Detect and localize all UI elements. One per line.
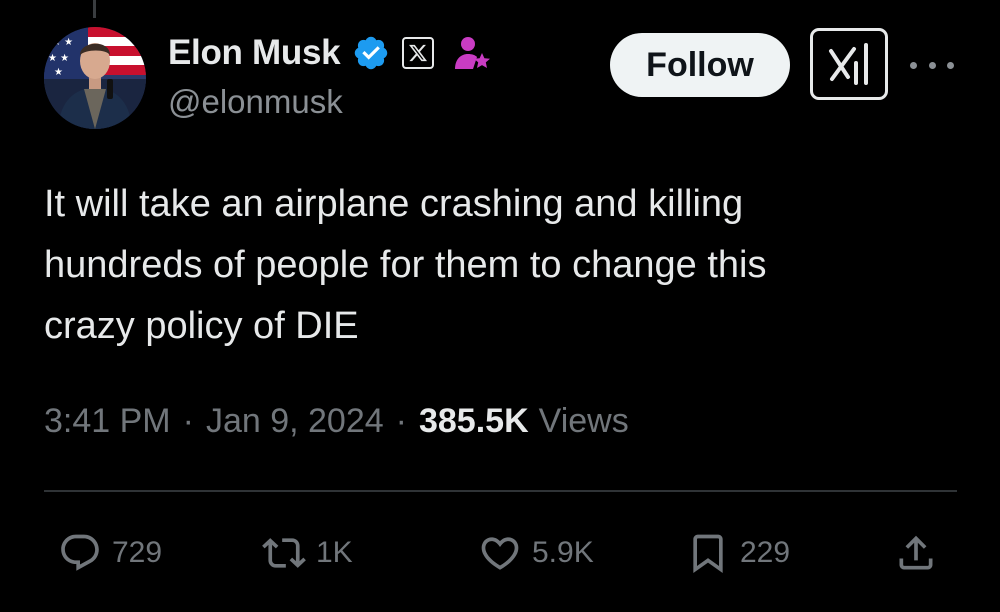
svg-text:★ ★: ★ ★: [48, 53, 69, 64]
like-button[interactable]: 5.9K: [478, 528, 594, 578]
meta-separator: ·: [182, 401, 194, 440]
more-dot: [928, 61, 936, 69]
x-logo-icon[interactable]: [402, 37, 435, 69]
author-name-row: Elon Musk: [168, 32, 492, 74]
thread-connector-line: [93, 0, 96, 18]
repost-count: 1K: [316, 536, 353, 569]
reply-button[interactable]: 729: [58, 528, 162, 578]
like-count: 5.9K: [532, 536, 594, 569]
follow-button[interactable]: Follow: [610, 33, 790, 97]
more-dot: [947, 61, 954, 69]
more-icon[interactable]: [910, 55, 954, 75]
views-count[interactable]: 385.5K: [419, 402, 529, 441]
svg-text:★ ★: ★ ★: [52, 37, 73, 48]
tweet-text-line: It will take an airplane crashing and ki…: [44, 183, 744, 225]
avatar[interactable]: ★ ★ ★ ★ ★: [44, 27, 146, 129]
tweet-date[interactable]: Jan 9, 2024: [206, 402, 384, 441]
grok-icon[interactable]: [810, 28, 888, 100]
tweet-text: It will take an airplane crashing and ki…: [44, 174, 944, 357]
bookmark-button[interactable]: 229: [686, 528, 790, 578]
bookmark-icon: [686, 531, 730, 575]
verified-badge-icon[interactable]: [352, 34, 390, 72]
more-dot: [910, 61, 917, 69]
tweet-text-line: hundreds of people for them to change th…: [44, 244, 767, 286]
repost-icon: [262, 531, 306, 575]
reply-icon: [58, 531, 102, 575]
person-star-icon[interactable]: [452, 33, 492, 73]
repost-button[interactable]: 1K: [262, 528, 353, 578]
divider: [44, 490, 957, 492]
share-icon: [894, 531, 938, 575]
reply-count: 729: [112, 536, 163, 569]
heart-icon: [478, 531, 522, 575]
svg-text:★: ★: [54, 67, 63, 78]
tweet-time[interactable]: 3:41 PM: [44, 402, 171, 441]
views-label[interactable]: Views: [539, 402, 629, 441]
meta-separator: ·: [395, 401, 407, 440]
bookmark-count: 229: [740, 536, 791, 569]
share-button[interactable]: [894, 528, 938, 578]
author-display-name[interactable]: Elon Musk: [168, 33, 341, 73]
author-handle[interactable]: @elonmusk: [168, 83, 343, 121]
tweet-meta: 3:41 PM · Jan 9, 2024 · 385.5K Views: [44, 396, 629, 446]
tweet-text-line: crazy policy of DIE: [44, 305, 359, 347]
